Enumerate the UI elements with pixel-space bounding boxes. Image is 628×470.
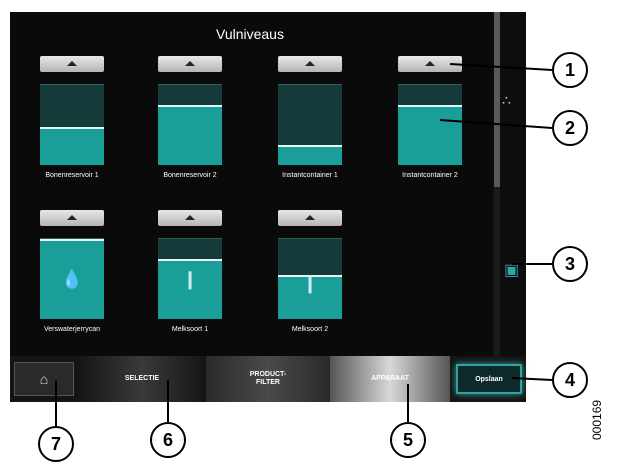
- callout-lines: [55, 63, 553, 426]
- callout-1: 1: [552, 52, 588, 88]
- callout-5: 5: [390, 422, 426, 458]
- callout-6: 6: [150, 422, 186, 458]
- callout-4: 4: [552, 362, 588, 398]
- callout-7: 7: [38, 426, 74, 462]
- callout-2: 2: [552, 110, 588, 146]
- callout-3: 3: [552, 246, 588, 282]
- figure-code: 000169: [590, 399, 604, 440]
